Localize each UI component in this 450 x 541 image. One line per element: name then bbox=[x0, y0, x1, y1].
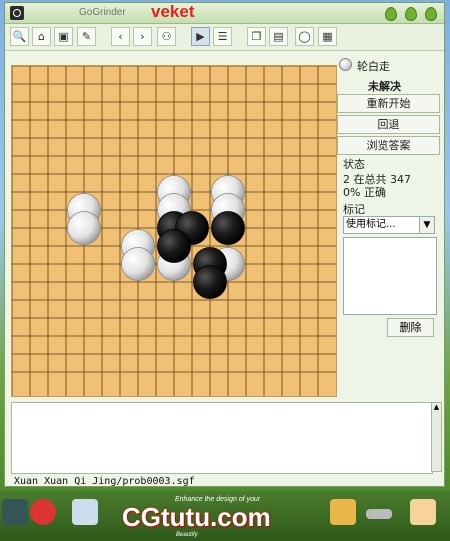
palette-icon[interactable] bbox=[330, 499, 356, 525]
dog-icon[interactable] bbox=[30, 499, 56, 525]
title-bar: GoGrinder veket bbox=[5, 2, 444, 24]
notepad-icon[interactable] bbox=[72, 499, 98, 525]
window-title: GoGrinder bbox=[79, 7, 126, 18]
marks-list[interactable] bbox=[343, 237, 437, 315]
binoculars-icon[interactable]: ⚇ bbox=[157, 27, 176, 46]
edit-icon[interactable]: ✎ bbox=[77, 27, 96, 46]
white-stone[interactable] bbox=[67, 211, 101, 245]
status-correct: 0% 正确 bbox=[343, 186, 386, 199]
marks-title: 标记 bbox=[343, 203, 365, 216]
problem-state: 未解决 bbox=[368, 80, 401, 93]
status-title: 状态 bbox=[343, 158, 365, 171]
maximize-icon[interactable] bbox=[405, 7, 417, 21]
marks-dropdown-value: 使用标记... bbox=[346, 219, 396, 230]
search-icon[interactable]: 🔍 bbox=[10, 27, 29, 46]
page-icon[interactable]: ▤ bbox=[269, 27, 288, 46]
list-icon[interactable]: ☰ bbox=[213, 27, 232, 46]
comment-area[interactable] bbox=[11, 402, 433, 474]
status-path: Xuan Xuan Qi Jing/prob0003.sgf bbox=[14, 476, 195, 487]
monitor-icon[interactable] bbox=[2, 499, 28, 525]
open-folder-icon[interactable]: ⌂ bbox=[32, 27, 51, 46]
usb-icon[interactable] bbox=[366, 509, 392, 519]
main-window: GoGrinder veket 🔍 ⌂ ▣ ✎ ‹ › ⚇ ▶ ☰ ❐ ▤ ◯ ▦ 轮白走 未解决 重新… bbox=[4, 2, 445, 487]
go-board[interactable] bbox=[11, 65, 337, 397]
chevron-down-icon[interactable]: ▼ bbox=[419, 217, 434, 233]
black-stone[interactable] bbox=[193, 265, 227, 299]
app-icon[interactable] bbox=[10, 6, 24, 20]
toolbar: 🔍 ⌂ ▣ ✎ ‹ › ⚇ ▶ ☰ ❐ ▤ ◯ ▦ bbox=[5, 24, 444, 51]
save-icon[interactable]: ▣ bbox=[54, 27, 73, 46]
comment-icon[interactable]: ◯ bbox=[295, 27, 314, 46]
minimize-icon[interactable] bbox=[385, 7, 397, 21]
delete-button[interactable]: 删除 bbox=[387, 318, 434, 337]
white-stone-icon bbox=[339, 58, 352, 71]
restart-button[interactable]: 重新开始 bbox=[337, 94, 440, 113]
image-icon[interactable]: ▦ bbox=[318, 27, 337, 46]
brand-label: veket bbox=[151, 2, 195, 21]
next-icon[interactable]: › bbox=[133, 27, 152, 46]
copy-icon[interactable]: ❐ bbox=[247, 27, 266, 46]
watermark: CGtutu.com bbox=[122, 502, 271, 532]
comment-scrollbar[interactable]: ▲ bbox=[431, 402, 442, 472]
close-icon[interactable] bbox=[425, 7, 437, 21]
black-stone[interactable] bbox=[157, 229, 191, 263]
prev-icon[interactable]: ‹ bbox=[111, 27, 130, 46]
turn-label: 轮白走 bbox=[357, 60, 390, 73]
board-svg[interactable] bbox=[12, 66, 336, 396]
play-icon[interactable]: ▶ bbox=[191, 27, 210, 46]
watermark-tagline: Beautify bbox=[176, 532, 198, 538]
back-button[interactable]: 回退 bbox=[337, 115, 440, 134]
marks-dropdown[interactable]: 使用标记... ▼ bbox=[343, 216, 435, 234]
black-stone[interactable] bbox=[211, 211, 245, 245]
avatar[interactable] bbox=[410, 499, 436, 525]
browse-answer-button[interactable]: 浏览答案 bbox=[337, 136, 440, 155]
white-stone[interactable] bbox=[121, 247, 155, 281]
